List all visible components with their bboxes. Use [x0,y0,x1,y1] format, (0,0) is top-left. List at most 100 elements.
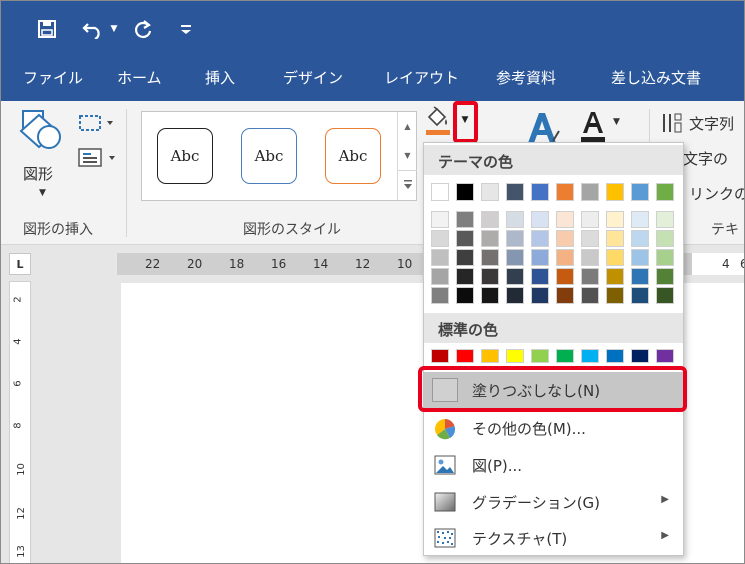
standard-color-swatch[interactable] [506,349,524,363]
gallery-more-icon[interactable] [398,170,417,199]
theme-color-swatch[interactable] [431,183,449,201]
create-link-label[interactable]: リンクの [689,183,744,204]
standard-color-swatch[interactable] [656,349,674,363]
theme-shade-swatch[interactable] [581,249,599,266]
shape-style-black[interactable]: Abc [157,128,213,184]
shapes-icon[interactable] [19,109,65,151]
theme-shade-swatch[interactable] [656,230,674,247]
theme-shade-swatch[interactable] [606,230,624,247]
theme-shade-swatch[interactable] [606,268,624,285]
theme-shade-swatch[interactable] [506,249,524,266]
theme-shade-swatch[interactable] [456,249,474,266]
theme-shade-swatch[interactable] [556,287,574,304]
theme-shade-swatch[interactable] [631,268,649,285]
theme-shade-swatch[interactable] [531,268,549,285]
standard-color-swatch[interactable] [631,349,649,363]
theme-shade-swatch[interactable] [431,249,449,266]
theme-color-swatch[interactable] [581,183,599,201]
gallery-up-icon[interactable]: ▲ [398,112,417,141]
theme-shade-swatch[interactable] [556,230,574,247]
theme-shade-swatch[interactable] [481,249,499,266]
theme-color-swatch[interactable] [456,183,474,201]
tab-mailings[interactable]: 差し込み文書 [611,67,701,88]
theme-color-swatch[interactable] [556,183,574,201]
theme-shade-swatch[interactable] [431,268,449,285]
theme-shade-swatch[interactable] [556,211,574,228]
texture-menu-item[interactable]: テクスチャ(T) ▶ [424,520,683,556]
shape-style-blue[interactable]: Abc [241,128,297,184]
theme-color-swatch[interactable] [631,183,649,201]
undo-dropdown-icon[interactable]: ▼ [108,15,120,43]
theme-shade-swatch[interactable] [431,287,449,304]
theme-color-swatch[interactable] [606,183,624,201]
shape-style-orange[interactable]: Abc [325,128,381,184]
theme-shade-swatch[interactable] [656,249,674,266]
text-fill-icon[interactable] [579,109,607,143]
theme-shade-swatch[interactable] [456,287,474,304]
theme-shade-swatch[interactable] [556,268,574,285]
theme-shade-swatch[interactable] [531,230,549,247]
shapes-label[interactable]: 図形 [23,163,53,184]
theme-shade-swatch[interactable] [631,287,649,304]
theme-shade-swatch[interactable] [581,287,599,304]
tab-home[interactable]: ホーム [117,67,162,88]
theme-shade-swatch[interactable] [656,211,674,228]
tab-insert[interactable]: 挿入 [205,67,235,88]
tab-references[interactable]: 参考資料 [496,67,556,88]
gallery-down-icon[interactable]: ▼ [398,141,417,170]
tab-file[interactable]: ファイル [23,67,83,88]
save-icon[interactable] [34,15,60,43]
standard-color-swatch[interactable] [556,349,574,363]
theme-shade-swatch[interactable] [456,268,474,285]
text-box-icon[interactable] [77,147,119,169]
tab-layout[interactable]: レイアウト [384,67,459,88]
text-direction-label[interactable]: 文字列 [689,113,734,134]
standard-color-swatch[interactable] [431,349,449,363]
tab-design[interactable]: デザイン [283,67,343,88]
theme-shade-swatch[interactable] [631,230,649,247]
vertical-ruler[interactable]: 2 4 6 8 10 12 13 [9,281,31,563]
theme-shade-swatch[interactable] [606,211,624,228]
theme-shade-swatch[interactable] [531,211,549,228]
theme-shade-swatch[interactable] [556,249,574,266]
theme-shade-swatch[interactable] [481,268,499,285]
text-effects-icon[interactable] [525,111,561,145]
theme-color-swatch[interactable] [531,183,549,201]
standard-color-swatch[interactable] [531,349,549,363]
theme-shade-swatch[interactable] [631,211,649,228]
theme-shade-swatch[interactable] [506,230,524,247]
theme-shade-swatch[interactable] [631,249,649,266]
theme-shade-swatch[interactable] [606,249,624,266]
shapes-dropdown-icon[interactable]: ▼ [39,188,46,198]
theme-shade-swatch[interactable] [531,287,549,304]
standard-color-swatch[interactable] [456,349,474,363]
theme-shade-swatch[interactable] [456,211,474,228]
undo-icon[interactable] [78,15,108,43]
theme-shade-swatch[interactable] [431,230,449,247]
theme-shade-swatch[interactable] [506,211,524,228]
standard-color-swatch[interactable] [581,349,599,363]
tab-selector-icon[interactable]: L [9,253,31,275]
theme-shade-swatch[interactable] [581,230,599,247]
theme-shade-swatch[interactable] [581,211,599,228]
theme-shade-swatch[interactable] [506,268,524,285]
text-align-label[interactable]: 文字の [683,148,728,169]
gradient-menu-item[interactable]: グラデーション(G) ▶ [424,484,683,520]
theme-shade-swatch[interactable] [531,249,549,266]
theme-shade-swatch[interactable] [606,287,624,304]
theme-shade-swatch[interactable] [481,211,499,228]
picture-menu-item[interactable]: 図(P)... [424,447,683,483]
theme-shade-swatch[interactable] [481,287,499,304]
theme-shade-swatch[interactable] [481,230,499,247]
theme-color-swatch[interactable] [481,183,499,201]
edit-shape-icon[interactable] [77,113,115,133]
shape-fill-icon[interactable] [423,103,453,137]
redo-icon[interactable] [130,15,156,43]
theme-shade-swatch[interactable] [456,230,474,247]
more-colors-menu-item[interactable]: その他の色(M)... [424,410,683,446]
theme-color-swatch[interactable] [656,183,674,201]
theme-shade-swatch[interactable] [656,268,674,285]
text-fill-dropdown-icon[interactable]: ▼ [613,117,620,127]
customize-quick-access-icon[interactable] [176,15,196,43]
theme-shade-swatch[interactable] [506,287,524,304]
